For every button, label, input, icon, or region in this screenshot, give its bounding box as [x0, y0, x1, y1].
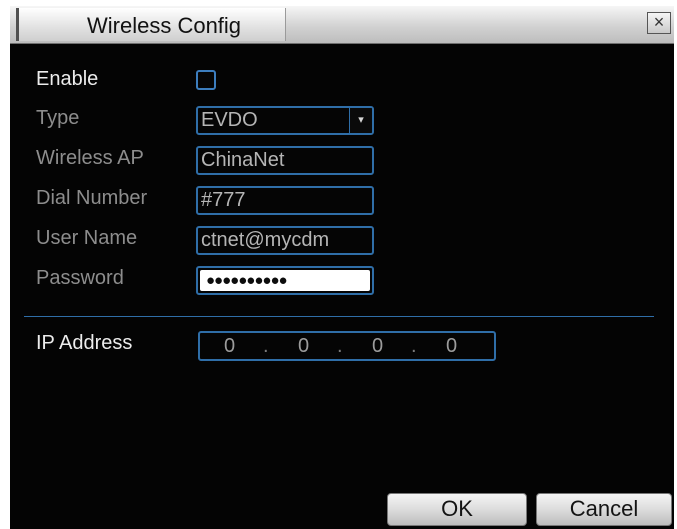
- ip-octet-3[interactable]: 0: [372, 335, 383, 358]
- close-icon: ×: [653, 12, 665, 32]
- title-bar: Wireless Config ×: [10, 6, 674, 44]
- enable-checkbox[interactable]: [196, 70, 216, 90]
- ip-octet-4[interactable]: 0: [446, 335, 457, 358]
- password-label: Password: [36, 267, 124, 289]
- user-name-value: ctnet@mycdm: [201, 229, 330, 251]
- password-input[interactable]: ●●●●●●●●●●: [196, 266, 374, 295]
- password-mask: ●●●●●●●●●●: [206, 272, 288, 289]
- wireless-ap-input[interactable]: ChinaNet: [196, 146, 374, 175]
- user-name-input[interactable]: ctnet@mycdm: [196, 226, 374, 255]
- type-select[interactable]: EVDO ▾: [196, 106, 374, 135]
- ip-address-label: IP Address: [36, 332, 133, 354]
- section-divider: [24, 316, 654, 317]
- user-name-label: User Name: [36, 227, 138, 249]
- ip-separator: .: [263, 335, 269, 357]
- chevron-down-icon[interactable]: ▾: [349, 108, 372, 133]
- ip-address-input[interactable]: 0 . 0 . 0 . 0: [198, 331, 496, 361]
- ip-separator: .: [411, 335, 417, 357]
- wireless-ap-value: ChinaNet: [201, 149, 285, 171]
- dialog-title: Wireless Config: [87, 13, 242, 38]
- wireless-config-dialog: Wireless Config × Enable Type EVDO ▾ Wir…: [10, 6, 674, 529]
- type-value: EVDO: [201, 109, 258, 131]
- ip-separator: .: [337, 335, 343, 357]
- password-fill: ●●●●●●●●●●: [200, 270, 370, 291]
- ip-octet-1[interactable]: 0: [224, 335, 235, 358]
- ip-octet-2[interactable]: 0: [298, 335, 309, 358]
- title-tab: Wireless Config: [16, 8, 286, 41]
- dial-number-label: Dial Number: [36, 187, 148, 209]
- close-button[interactable]: ×: [647, 12, 671, 34]
- ok-button[interactable]: OK: [387, 493, 527, 526]
- dial-number-value: #777: [201, 189, 246, 211]
- wireless-ap-label: Wireless AP: [36, 147, 144, 169]
- cancel-button[interactable]: Cancel: [536, 493, 672, 526]
- enable-label: Enable: [36, 68, 99, 90]
- dial-number-input[interactable]: #777: [196, 186, 374, 215]
- type-label: Type: [36, 107, 80, 129]
